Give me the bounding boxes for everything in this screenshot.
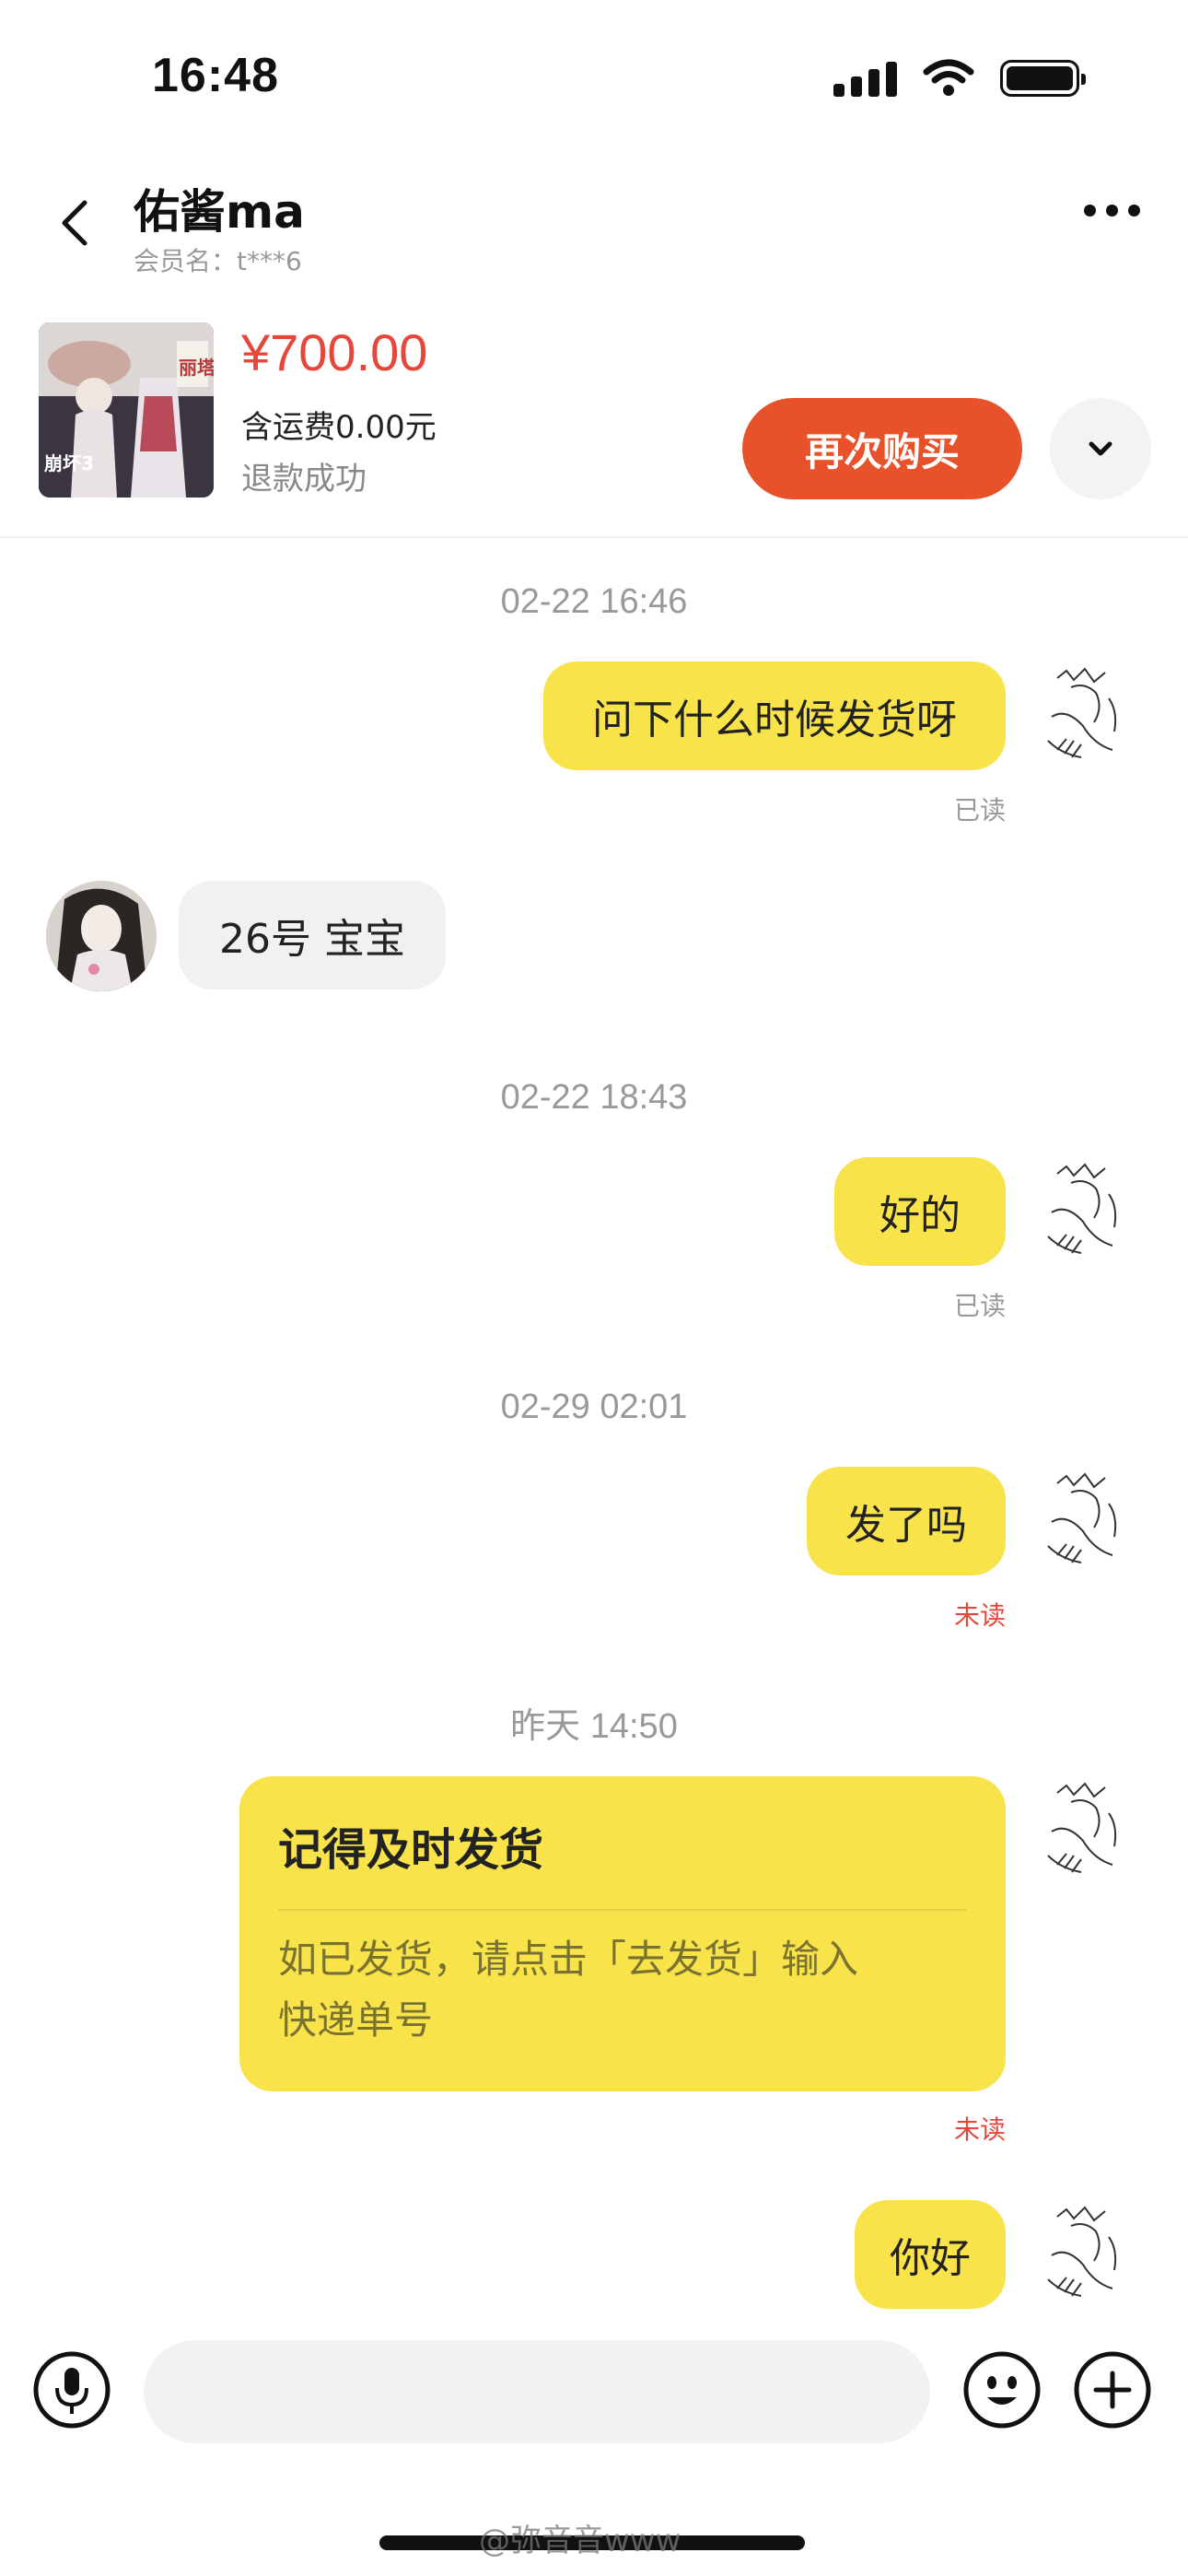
expand-button[interactable] bbox=[1050, 398, 1151, 499]
contact-avatar[interactable] bbox=[46, 881, 157, 991]
reminder-card[interactable]: 记得及时发货 如已发货，请点击「去发货」输入 快递单号 bbox=[239, 1776, 1006, 2091]
more-options-icon[interactable] bbox=[1084, 205, 1140, 217]
my-avatar[interactable] bbox=[1030, 662, 1140, 772]
timestamp: 02-29 02:01 bbox=[500, 1388, 688, 1426]
reminder-card-title: 记得及时发货 bbox=[278, 1824, 544, 1876]
unread-status: 未读 bbox=[953, 1600, 1006, 1631]
product-thumbnail[interactable]: 丽塔 崩坏3 bbox=[39, 322, 214, 498]
unread-status: 未读 bbox=[953, 2114, 1006, 2145]
signal-icon bbox=[833, 60, 897, 97]
message-input[interactable] bbox=[144, 2340, 930, 2443]
status-time: 16:48 bbox=[152, 49, 279, 102]
chat-title: 佑酱ma bbox=[134, 185, 305, 239]
battery-icon bbox=[1000, 60, 1086, 97]
my-avatar[interactable] bbox=[1030, 1467, 1140, 1577]
member-name: 会员名：t***6 bbox=[134, 246, 302, 276]
shipping-fee: 含运费0.00元 bbox=[241, 409, 437, 446]
header-divider bbox=[0, 536, 1188, 538]
order-status: 退款成功 bbox=[241, 461, 367, 498]
message-bubble-out[interactable]: 好的 bbox=[834, 1157, 1006, 1266]
message-bubble-out[interactable]: 发了吗 bbox=[807, 1467, 1006, 1575]
my-avatar[interactable] bbox=[1030, 2200, 1140, 2311]
plus-icon[interactable] bbox=[1074, 2351, 1151, 2429]
my-avatar[interactable] bbox=[1030, 1776, 1140, 1887]
microphone-icon[interactable] bbox=[33, 2351, 111, 2429]
product-price: ¥700.00 bbox=[241, 323, 428, 381]
timestamp: 02-22 16:46 bbox=[500, 582, 688, 621]
status-icons bbox=[833, 55, 1086, 101]
card-divider bbox=[278, 1909, 967, 1911]
buy-again-button[interactable]: 再次购买 bbox=[742, 398, 1022, 499]
timestamp: 昨天 14:50 bbox=[510, 1707, 678, 1746]
watermark: @弥音音www bbox=[479, 2523, 681, 2559]
message-bubble-in[interactable]: 26号 宝宝 bbox=[179, 881, 446, 989]
message-bubble-out[interactable]: 你好 bbox=[855, 2200, 1006, 2309]
wifi-icon bbox=[923, 59, 974, 96]
message-bubble-out[interactable]: 问下什么时候发货呀 bbox=[543, 662, 1006, 770]
chevron-down-icon bbox=[1089, 441, 1112, 456]
timestamp: 02-22 18:43 bbox=[500, 1078, 688, 1117]
read-status: 已读 bbox=[953, 795, 1006, 825]
reminder-card-body: 如已发货，请点击「去发货」输入 快递单号 bbox=[278, 1937, 859, 2043]
read-status: 已读 bbox=[953, 1291, 1006, 1321]
emoji-icon[interactable] bbox=[963, 2351, 1041, 2429]
my-avatar[interactable] bbox=[1030, 1157, 1140, 1268]
thumbnail-title: 丽塔 bbox=[179, 357, 214, 379]
back-icon[interactable] bbox=[48, 195, 103, 251]
thumbnail-game: 崩坏3 bbox=[44, 452, 94, 474]
